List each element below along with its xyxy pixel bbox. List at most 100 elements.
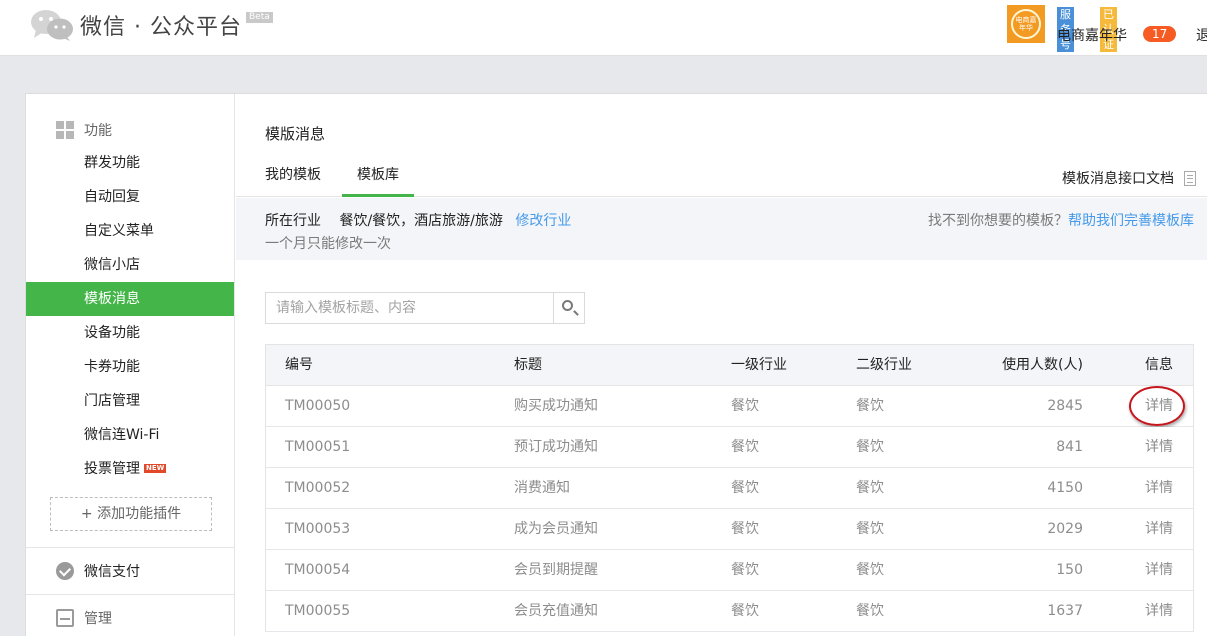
cell-code: TM00052 xyxy=(285,480,351,496)
tab-my-templates[interactable]: 我的模板 xyxy=(265,156,321,197)
column-header-info: 信息 xyxy=(1145,357,1173,373)
cell-primary-industry: 餐饮 xyxy=(731,603,759,619)
cell-title: 消费通知 xyxy=(514,480,570,496)
cell-code: TM00051 xyxy=(285,439,351,455)
cell-code: TM00055 xyxy=(285,603,351,619)
industry-panel: 所在行业 餐饮/餐饮，酒店旅游/旅游 修改行业 一个月只能修改一次 找不到你想要… xyxy=(236,198,1207,260)
sidebar-divider xyxy=(26,547,234,548)
template-table: 编号 标题 一级行业 二级行业 使用人数(人) 信息 TM00050 购买成功通… xyxy=(265,344,1194,632)
cell-secondary-industry: 餐饮 xyxy=(856,562,884,578)
cell-primary-industry: 餐饮 xyxy=(731,562,759,578)
sidebar-item-wechat-store[interactable]: 微信小店 xyxy=(26,248,234,282)
search-button[interactable] xyxy=(553,293,584,323)
top-bar: 微信 · 公众平台 Beta 电商嘉年华 服务号 已认证 电商嘉年华 17 退 xyxy=(0,0,1207,56)
industry-value: 餐饮/餐饮，酒店旅游/旅游 xyxy=(339,213,503,229)
add-plugin-button[interactable]: + 添加功能插件 xyxy=(50,497,212,531)
sidebar-item-stores[interactable]: 门店管理 xyxy=(26,384,234,418)
account-name[interactable]: 电商嘉年华 xyxy=(1057,25,1127,45)
table-row: TM00055 会员充值通知 餐饮 餐饮 1637 详情 xyxy=(266,591,1193,632)
detail-link[interactable]: 详情 xyxy=(1145,468,1173,509)
sidebar-item-auto-reply[interactable]: 自动回复 xyxy=(26,180,234,214)
sidebar-divider xyxy=(26,594,234,595)
avatar-seal: 电商嘉年华 xyxy=(1011,9,1041,39)
highlight-circle xyxy=(1129,386,1185,426)
sidebar-item-label: 群发功能 xyxy=(84,155,140,171)
improve-library-link[interactable]: 帮助我们完善模板库 xyxy=(1068,213,1194,229)
avatar[interactable]: 电商嘉年华 xyxy=(1007,5,1045,43)
help-text: 找不到你想要的模板？ xyxy=(928,213,1068,229)
cell-title: 会员充值通知 xyxy=(514,603,598,619)
cell-code: TM00053 xyxy=(285,521,351,537)
main-container: 功能 群发功能 自动回复 自定义菜单 微信小店 模板消息 设备功能 卡券功能 门… xyxy=(25,93,1207,636)
sidebar-item-mass-send[interactable]: 群发功能 xyxy=(26,146,234,180)
cell-secondary-industry: 餐饮 xyxy=(856,398,884,414)
cell-user-count: 2029 xyxy=(1047,521,1083,537)
sidebar-item-wifi[interactable]: 微信连Wi-Fi xyxy=(26,418,234,452)
cell-primary-industry: 餐饮 xyxy=(731,439,759,455)
cell-user-count: 4150 xyxy=(1047,480,1083,496)
search-box xyxy=(265,292,585,324)
industry-row: 所在行业 餐饮/餐饮，酒店旅游/旅游 修改行业 xyxy=(265,210,571,230)
sidebar-item-label: 投票管理 xyxy=(84,461,140,477)
content-area: 模版消息 我的模板 模板库 模板消息接口文档 所在行业 餐饮/餐饮，酒店旅游/旅… xyxy=(236,94,1207,636)
cell-secondary-industry: 餐饮 xyxy=(856,603,884,619)
table-row: TM00054 会员到期提醒 餐饮 餐饮 150 详情 xyxy=(266,550,1193,591)
sidebar-group-payment[interactable]: 微信支付 xyxy=(56,561,140,581)
sidebar-item-label: 模板消息 xyxy=(84,291,140,307)
sidebar-item-label: 微信小店 xyxy=(84,257,140,273)
tab-template-library[interactable]: 模板库 xyxy=(342,156,414,197)
sidebar-group-label: 管理 xyxy=(84,611,112,627)
logout-link[interactable]: 退 xyxy=(1196,25,1207,45)
table-row: TM00051 预订成功通知 餐饮 餐饮 841 详情 xyxy=(266,427,1193,468)
grid-icon xyxy=(56,121,74,139)
search-input[interactable] xyxy=(266,293,554,323)
cell-title: 会员到期提醒 xyxy=(514,562,598,578)
wechat-logo[interactable]: 微信 · 公众平台 Beta xyxy=(30,8,273,42)
sidebar-group-function: 功能 xyxy=(56,120,112,140)
tab-bar: 我的模板 模板库 模板消息接口文档 xyxy=(236,156,1207,197)
sidebar-item-device[interactable]: 设备功能 xyxy=(26,316,234,350)
new-badge: NEW xyxy=(144,464,167,473)
sidebar-group-label: 功能 xyxy=(84,123,112,139)
detail-link[interactable]: 详情 xyxy=(1145,550,1173,591)
page-title: 模版消息 xyxy=(265,125,326,143)
cell-secondary-industry: 餐饮 xyxy=(856,521,884,537)
sidebar-item-label: 设备功能 xyxy=(84,325,140,341)
industry-note: 一个月只能修改一次 xyxy=(265,236,391,252)
cell-secondary-industry: 餐饮 xyxy=(856,480,884,496)
sidebar-group-manage[interactable]: 管理 xyxy=(56,608,112,628)
cell-title: 购买成功通知 xyxy=(514,398,598,414)
detail-link[interactable]: 详情 xyxy=(1145,591,1173,632)
document-icon xyxy=(1184,170,1196,186)
sidebar-item-label: 微信连Wi-Fi xyxy=(84,427,160,443)
column-header-primary-industry: 一级行业 xyxy=(731,357,787,373)
detail-link[interactable]: 详情 xyxy=(1145,509,1173,550)
sidebar-item-voting[interactable]: 投票管理 NEW xyxy=(26,452,234,486)
cell-user-count: 150 xyxy=(1056,562,1083,578)
column-header-title: 标题 xyxy=(514,357,542,373)
platform-title: 微信 · 公众平台 xyxy=(80,15,242,40)
inbox-tray-icon xyxy=(56,609,74,627)
notification-count-badge[interactable]: 17 xyxy=(1143,26,1177,42)
column-header-secondary-industry: 二级行业 xyxy=(856,357,912,373)
search-icon xyxy=(562,300,573,311)
industry-label: 所在行业 xyxy=(265,213,321,229)
doc-link-label: 模板消息接口文档 xyxy=(1062,171,1174,187)
cell-user-count: 841 xyxy=(1056,439,1083,455)
payment-icon xyxy=(56,562,74,580)
detail-link[interactable]: 详情 xyxy=(1145,427,1173,468)
cell-primary-industry: 餐饮 xyxy=(731,521,759,537)
industry-help: 找不到你想要的模板？帮助我们完善模板库 xyxy=(928,210,1194,230)
beta-badge: Beta xyxy=(245,11,273,23)
sidebar-item-template-message[interactable]: 模板消息 xyxy=(26,282,234,316)
cell-code: TM00050 xyxy=(285,398,351,414)
template-api-doc-link[interactable]: 模板消息接口文档 xyxy=(1062,168,1196,188)
cell-code: TM00054 xyxy=(285,562,351,578)
cell-title: 预订成功通知 xyxy=(514,439,598,455)
sidebar-item-label: 自动回复 xyxy=(84,189,140,205)
table-row: TM00050 购买成功通知 餐饮 餐饮 2845 详情 xyxy=(266,386,1193,427)
modify-industry-link[interactable]: 修改行业 xyxy=(515,213,571,229)
sidebar-item-coupons[interactable]: 卡券功能 xyxy=(26,350,234,384)
sidebar-item-custom-menu[interactable]: 自定义菜单 xyxy=(26,214,234,248)
table-row: TM00052 消费通知 餐饮 餐饮 4150 详情 xyxy=(266,468,1193,509)
